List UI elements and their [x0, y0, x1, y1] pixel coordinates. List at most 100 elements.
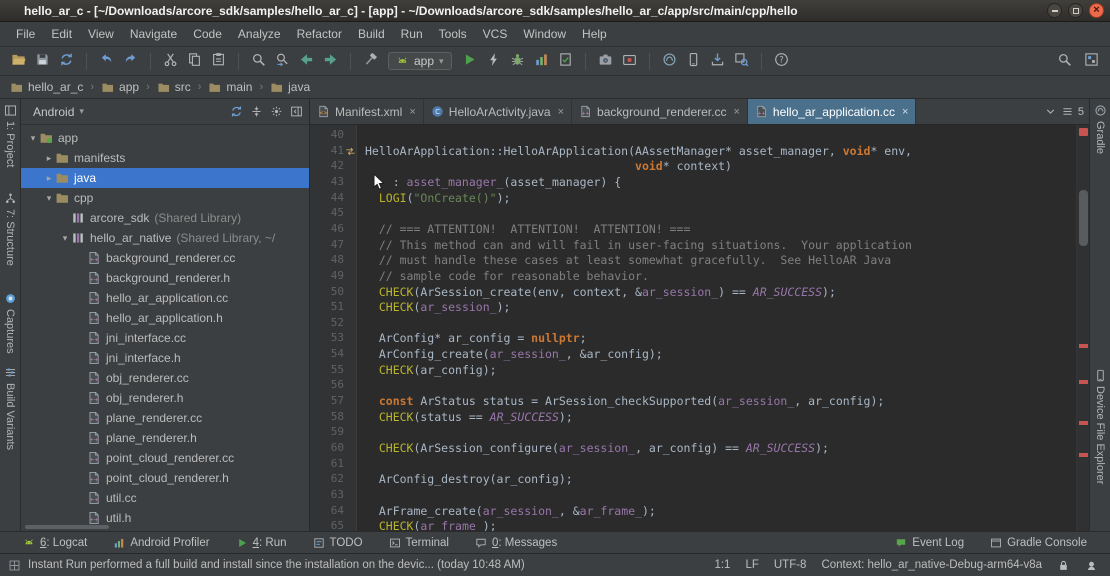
run-configuration-combo[interactable]: app▾	[388, 52, 452, 70]
hide-panel-icon[interactable]	[290, 105, 303, 118]
breadcrumb-item-main[interactable]: main	[208, 80, 252, 94]
sync-icon[interactable]	[230, 105, 243, 118]
horizontal-scrollbar[interactable]	[25, 525, 109, 529]
minimize-button[interactable]	[1047, 3, 1062, 18]
breadcrumb-item-hello_ar_c[interactable]: hello_ar_c	[10, 80, 83, 94]
error-stripe-mark[interactable]	[1079, 344, 1088, 348]
tab-close-icon[interactable]: ×	[558, 106, 564, 118]
help-button[interactable]: ?	[771, 50, 792, 72]
tool-strip-button-7-structure[interactable]: 7: Structure	[4, 192, 17, 266]
editor-tab-Manifest.xml[interactable]: <>Manifest.xml×	[310, 99, 424, 124]
menu-refactor[interactable]: Refactor	[289, 24, 350, 44]
coverage-button[interactable]	[555, 50, 576, 72]
search-everywhere-button[interactable]	[1054, 50, 1075, 72]
tree-item-hello_ar_application.cc[interactable]: ++hello_ar_application.cc	[21, 288, 309, 308]
menu-code[interactable]: Code	[185, 24, 230, 44]
tool-strip-button-gradle[interactable]: Gradle	[1094, 104, 1107, 154]
lock-icon[interactable]	[1057, 559, 1070, 572]
cut-button[interactable]	[160, 50, 181, 72]
tree-expanded-arrow-icon[interactable]: ▾	[59, 233, 71, 244]
tree-item-obj_renderer.h[interactable]: ++obj_renderer.h	[21, 388, 309, 408]
editor-tab-hello_ar_application.cc[interactable]: ++hello_ar_application.cc×	[748, 99, 917, 124]
editor-tab-background_renderer.cc[interactable]: ++background_renderer.cc×	[572, 99, 748, 124]
tree-collapsed-arrow-icon[interactable]: ▸	[43, 153, 55, 164]
sdk-manager-button[interactable]	[707, 50, 728, 72]
error-stripe-mark[interactable]	[1079, 453, 1088, 457]
copy-button[interactable]	[184, 50, 205, 72]
tree-item-app[interactable]: ▾app	[21, 128, 309, 148]
undo-button[interactable]	[96, 50, 117, 72]
close-button[interactable]: ×	[1089, 3, 1104, 18]
tree-item-background_renderer.h[interactable]: ++background_renderer.h	[21, 268, 309, 288]
menu-help[interactable]: Help	[574, 24, 615, 44]
gradle-sync-button[interactable]	[659, 50, 680, 72]
tool-window-button-terminal[interactable]: Terminal	[376, 537, 462, 549]
tree-item-background_renderer.cc[interactable]: ++background_renderer.cc	[21, 248, 309, 268]
hector-icon[interactable]	[1085, 559, 1098, 572]
forward-button[interactable]	[320, 50, 341, 72]
tree-collapsed-arrow-icon[interactable]: ▸	[43, 173, 55, 184]
tool-window-button-4-run[interactable]: 4: Run	[223, 537, 300, 549]
redo-button[interactable]	[120, 50, 141, 72]
tree-item-util.cc[interactable]: ++util.cc	[21, 488, 309, 508]
tab-list-icon[interactable]	[1061, 105, 1074, 118]
save-all-button[interactable]	[32, 50, 53, 72]
menu-edit[interactable]: Edit	[43, 24, 80, 44]
tree-item-cpp[interactable]: ▾cpp	[21, 188, 309, 208]
tool-window-button-gradle-console[interactable]: Gradle Console	[977, 537, 1100, 549]
maximize-button[interactable]	[1068, 3, 1083, 18]
find-button[interactable]	[248, 50, 269, 72]
menu-build[interactable]: Build	[350, 24, 393, 44]
status-message-area[interactable]: Instant Run performed a full build and i…	[8, 559, 714, 572]
tree-item-hello_ar_application.h[interactable]: ++hello_ar_application.h	[21, 308, 309, 328]
tree-item-jni_interface.cc[interactable]: ++jni_interface.cc	[21, 328, 309, 348]
titlebar[interactable]: hello_ar_c - [~/Downloads/arcore_sdk/sam…	[0, 0, 1110, 22]
debug-button[interactable]	[507, 50, 528, 72]
profiler-button[interactable]	[531, 50, 552, 72]
status-caret-position[interactable]: 1:1	[714, 559, 730, 571]
tool-strip-button-1-project[interactable]: 1: Project	[4, 104, 17, 167]
paste-button[interactable]	[208, 50, 229, 72]
open-folder-button[interactable]	[8, 50, 29, 72]
run-button[interactable]	[459, 50, 480, 72]
tool-window-button-android-profiler[interactable]: Android Profiler	[100, 537, 222, 549]
menu-navigate[interactable]: Navigate	[122, 24, 185, 44]
status-utf-8[interactable]: UTF-8	[774, 559, 807, 571]
build-hammer-button[interactable]	[360, 50, 381, 72]
back-button[interactable]	[296, 50, 317, 72]
replace-button[interactable]	[272, 50, 293, 72]
tree-item-obj_renderer.cc[interactable]: ++obj_renderer.cc	[21, 368, 309, 388]
layout-inspector-button[interactable]	[731, 50, 752, 72]
tree-item-point_cloud_renderer.cc[interactable]: ++point_cloud_renderer.cc	[21, 448, 309, 468]
tree-item-point_cloud_renderer.h[interactable]: ++point_cloud_renderer.h	[21, 468, 309, 488]
tree-expanded-arrow-icon[interactable]: ▾	[43, 193, 55, 204]
avd-manager-button[interactable]	[683, 50, 704, 72]
status-lf[interactable]: LF	[745, 559, 758, 571]
chevron-down-icon[interactable]	[1044, 105, 1057, 118]
sync-button[interactable]	[56, 50, 77, 72]
menu-file[interactable]: File	[8, 24, 43, 44]
settings-gear-icon[interactable]	[270, 105, 283, 118]
tree-item-jni_interface.h[interactable]: ++jni_interface.h	[21, 348, 309, 368]
menu-run[interactable]: Run	[393, 24, 431, 44]
project-view-selector[interactable]: Android ▾	[33, 105, 84, 119]
menu-view[interactable]: View	[80, 24, 122, 44]
tree-item-manifests[interactable]: ▸manifests	[21, 148, 309, 168]
code-editor[interactable]: HelloArApplication::HelloArApplication(A…	[357, 125, 1076, 531]
tree-item-arcore_sdk[interactable]: arcore_sdk(Shared Library)	[21, 208, 309, 228]
tool-strip-button-captures[interactable]: Captures	[4, 292, 17, 354]
screenshot-button[interactable]	[595, 50, 616, 72]
error-stripe-mark[interactable]	[1079, 421, 1088, 425]
editor-scrollbar-thumb[interactable]	[1079, 190, 1088, 247]
editor-tab-HelloArActivity.java[interactable]: CHelloArActivity.java×	[424, 99, 572, 124]
gutter-change-icon[interactable]	[345, 146, 356, 157]
error-stripe-mark[interactable]	[1079, 380, 1088, 384]
collapse-all-icon[interactable]	[250, 105, 263, 118]
breadcrumb-item-java[interactable]: java	[270, 80, 310, 94]
tab-close-icon[interactable]: ×	[902, 106, 908, 118]
tree-item-java[interactable]: ▸java	[21, 168, 309, 188]
tree-expanded-arrow-icon[interactable]: ▾	[27, 133, 39, 144]
tree-item-plane_renderer.cc[interactable]: ++plane_renderer.cc	[21, 408, 309, 428]
project-structure-button[interactable]	[1081, 50, 1102, 72]
tab-close-icon[interactable]: ×	[409, 106, 415, 118]
